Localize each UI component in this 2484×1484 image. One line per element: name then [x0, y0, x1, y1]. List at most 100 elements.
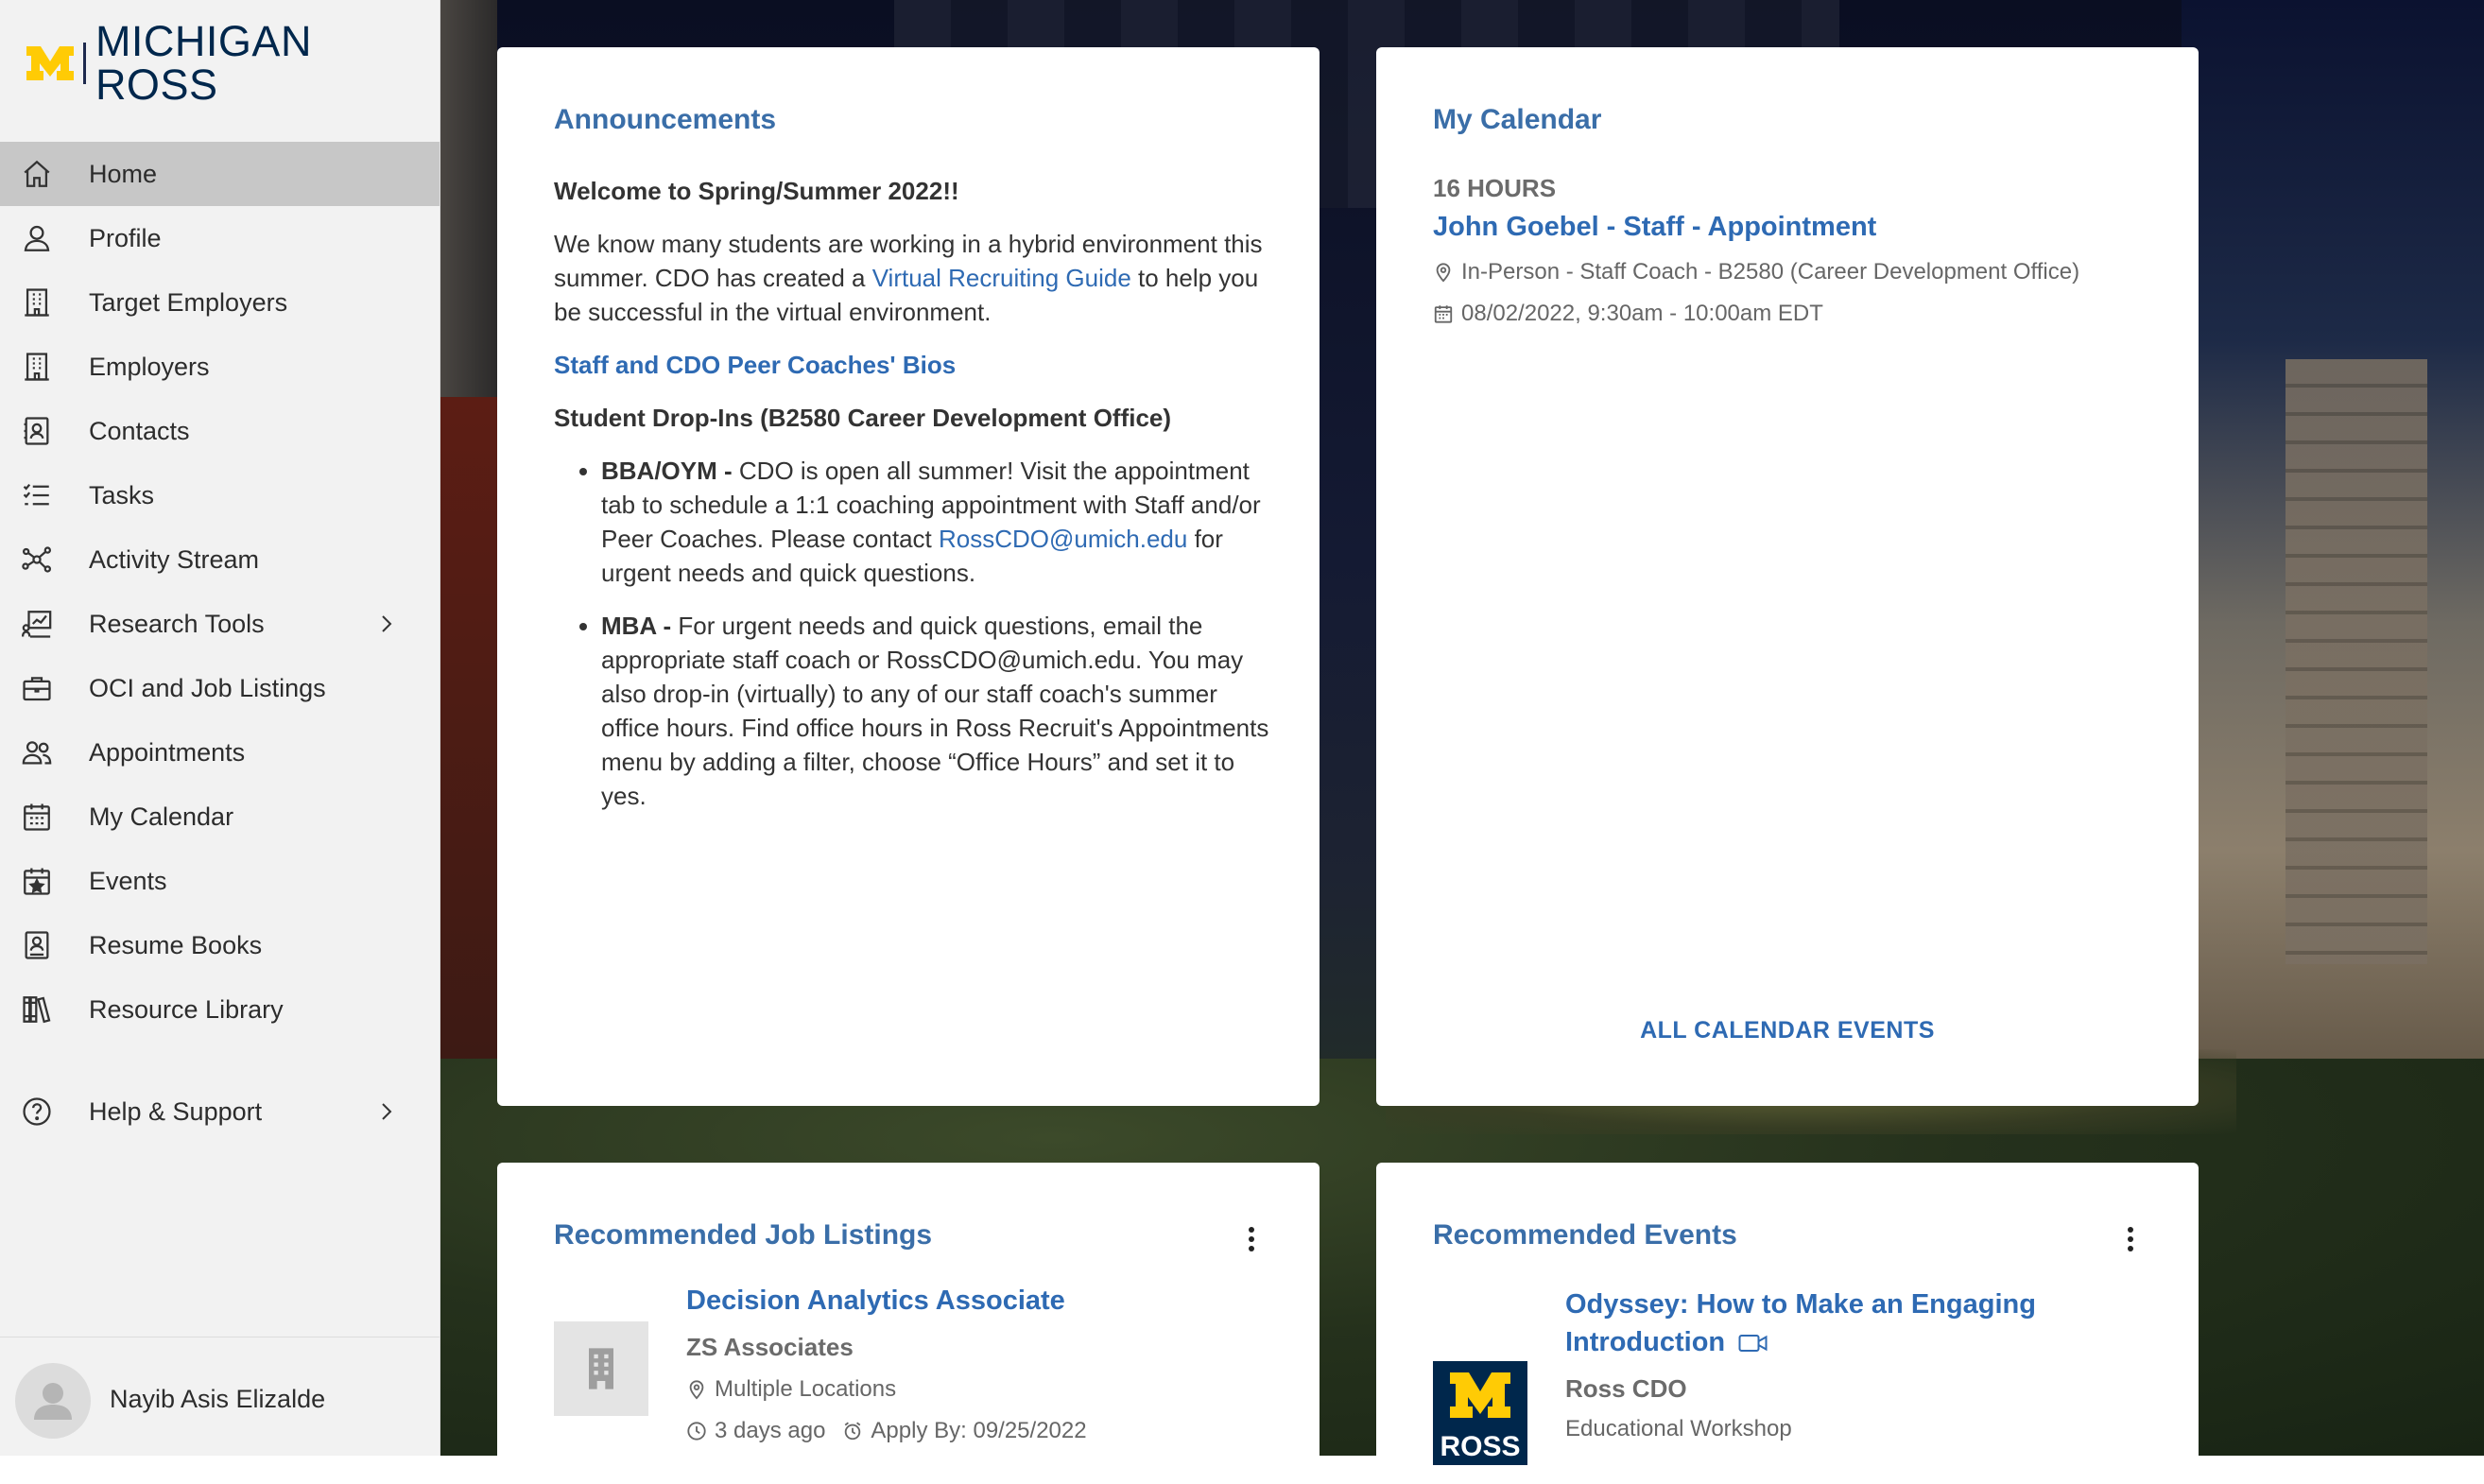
list-item: BBA/OYM - CDO is open all summer! Visit …: [601, 454, 1272, 590]
network-icon: [21, 544, 53, 576]
sidebar-item-label: Appointments: [89, 737, 246, 767]
sidebar-item-label: OCI and Job Listings: [89, 673, 326, 702]
avatar[interactable]: [15, 1363, 91, 1439]
sidebar-item-resource-library[interactable]: Resource Library: [0, 977, 440, 1042]
email-link[interactable]: RossCDO@umich.edu: [939, 525, 1187, 553]
sidebar-nav: Home Profile Target Employers Employers …: [0, 142, 440, 1042]
alarm-icon: [845, 1422, 861, 1441]
card-title: My Calendar: [1433, 104, 1602, 135]
map-pin-icon: [1436, 263, 1451, 283]
event-type: Educational Workshop: [1565, 1416, 1792, 1441]
sidebar-item-label: Target Employers: [89, 287, 288, 317]
job-meta: 3 days ago Apply By: 09/25/2022: [686, 1418, 1087, 1444]
home-icon: [21, 158, 53, 190]
sidebar-item-label: Home: [89, 159, 158, 188]
sidebar-item-label: Help & Support: [89, 1096, 263, 1126]
sidebar-item-appointments[interactable]: Appointments: [0, 720, 440, 785]
clock-icon: [687, 1422, 706, 1441]
people-icon: [21, 736, 53, 768]
card-title: Announcements: [554, 104, 777, 135]
card-title: Recommended Events: [1433, 1219, 1737, 1251]
sidebar-item-activity-stream[interactable]: Activity Stream: [0, 527, 440, 592]
sidebar-item-label: Resource Library: [89, 994, 284, 1024]
apply-by-date: Apply By: 09/25/2022: [871, 1418, 1087, 1443]
calendar-icon: [1434, 305, 1453, 323]
my-calendar-card: My Calendar 16 HOURS John Goebel - Staff…: [1376, 47, 2199, 1106]
all-calendar-events-link[interactable]: ALL CALENDAR EVENTS: [1376, 1017, 2199, 1044]
sidebar-item-oci-job-listings[interactable]: OCI and Job Listings: [0, 656, 440, 720]
sidebar-item-target-employers[interactable]: Target Employers: [0, 270, 440, 335]
sidebar-item-label: My Calendar: [89, 802, 234, 831]
sidebar-item-resume-books[interactable]: Resume Books: [0, 913, 440, 977]
sidebar: MICHIGAN ROSS Home Profile Target Employ…: [0, 0, 440, 1456]
hours-label: 16 HOURS: [1433, 174, 1557, 202]
building-icon: [589, 1348, 613, 1389]
sidebar-item-employers[interactable]: Employers: [0, 335, 440, 399]
sidebar-item-label: Events: [89, 866, 167, 895]
brand-wordmark: MICHIGAN ROSS: [95, 17, 312, 109]
card-title: Recommended Job Listings: [554, 1219, 933, 1251]
intro-paragraph: We know many students are working in a h…: [554, 230, 1263, 326]
checklist-icon: [21, 479, 53, 511]
sidebar-item-label: Contacts: [89, 416, 190, 445]
appointment-link[interactable]: John Goebel - Staff - Appointment: [1433, 212, 1876, 243]
more-options-icon[interactable]: [1246, 1225, 1257, 1253]
sidebar-item-label: Activity Stream: [89, 544, 260, 574]
sidebar-item-label: Employers: [89, 352, 210, 381]
sidebar-item-label: Resume Books: [89, 930, 263, 959]
sidebar-item-research-tools[interactable]: Research Tools: [0, 592, 440, 656]
user-name: Nayib Asis Elizalde: [110, 1385, 326, 1413]
event-title-link[interactable]: Odyssey: How to Make an Engaging Introdu…: [1565, 1286, 2095, 1361]
announcements-card: Announcements Welcome to Spring/Summer 2…: [497, 47, 1320, 1106]
building-icon: [21, 286, 53, 319]
sidebar-item-label: Research Tools: [89, 609, 265, 638]
block-m-icon: [25, 44, 76, 82]
welcome-heading: Welcome to Spring/Summer 2022!!: [554, 177, 959, 205]
event-organizer: Ross CDO: [1565, 1374, 1687, 1403]
appointment-location: In-Person - Staff Coach - B2580 (Career …: [1433, 259, 2079, 285]
job-location: Multiple Locations: [686, 1376, 896, 1403]
job-company: ZS Associates: [686, 1333, 854, 1361]
dropins-heading: Student Drop-Ins (B2580 Career Developme…: [554, 404, 1172, 432]
briefcase-icon: [21, 672, 53, 704]
chevron-right-icon: [374, 613, 397, 635]
dropins-list: BBA/OYM - CDO is open all summer! Visit …: [554, 454, 1272, 813]
sidebar-item-help-support[interactable]: Help & Support: [0, 1079, 440, 1144]
sidebar-item-my-calendar[interactable]: My Calendar: [0, 785, 440, 849]
chevron-right-icon: [374, 1100, 397, 1123]
event-thumbnail-ross-logo[interactable]: ROSS: [1433, 1361, 1527, 1465]
resume-book-icon: [21, 929, 53, 961]
library-icon: [21, 993, 53, 1026]
recommended-jobs-card: Recommended Job Listings Decision Analyt…: [497, 1163, 1320, 1484]
announcements-body: Welcome to Spring/Summer 2022!! We know …: [554, 174, 1272, 832]
more-options-icon[interactable]: [2125, 1225, 2136, 1253]
recommended-events-card: Recommended Events ROSS Odyssey: How to …: [1376, 1163, 2199, 1484]
user-profile-area[interactable]: Nayib Asis Elizalde: [0, 1337, 440, 1457]
help-section: Help & Support: [0, 1079, 440, 1144]
coaches-bios-link[interactable]: Staff and CDO Peer Coaches' Bios: [554, 351, 956, 379]
contact-card-icon: [21, 415, 53, 447]
sidebar-item-home[interactable]: Home: [0, 142, 440, 206]
sidebar-item-label: Tasks: [89, 480, 155, 509]
user-icon: [21, 222, 53, 254]
map-pin-icon: [689, 1380, 704, 1400]
building-icon: [21, 351, 53, 383]
list-item: MBA - For urgent needs and quick questio…: [601, 609, 1272, 813]
svg-text:ROSS: ROSS: [1440, 1431, 1520, 1462]
company-logo-placeholder[interactable]: [554, 1321, 648, 1416]
sidebar-item-profile[interactable]: Profile: [0, 206, 440, 270]
posted-time: 3 days ago: [715, 1418, 826, 1443]
appointment-datetime: 08/02/2022, 9:30am - 10:00am EDT: [1433, 301, 1823, 327]
sidebar-item-label: Profile: [89, 223, 162, 252]
sidebar-item-tasks[interactable]: Tasks: [0, 463, 440, 527]
virtual-recruiting-guide-link[interactable]: Virtual Recruiting Guide: [872, 264, 1131, 292]
sidebar-item-contacts[interactable]: Contacts: [0, 399, 440, 463]
chart-tools-icon: [21, 608, 53, 640]
sidebar-item-events[interactable]: Events: [0, 849, 440, 913]
calendar-star-icon: [21, 865, 53, 897]
help-icon: [21, 1096, 53, 1128]
michigan-ross-logo[interactable]: MICHIGAN ROSS: [25, 20, 440, 107]
calendar-icon: [21, 801, 53, 833]
job-title-link[interactable]: Decision Analytics Associate: [686, 1286, 1065, 1317]
video-camera-icon: [1738, 1335, 1768, 1352]
